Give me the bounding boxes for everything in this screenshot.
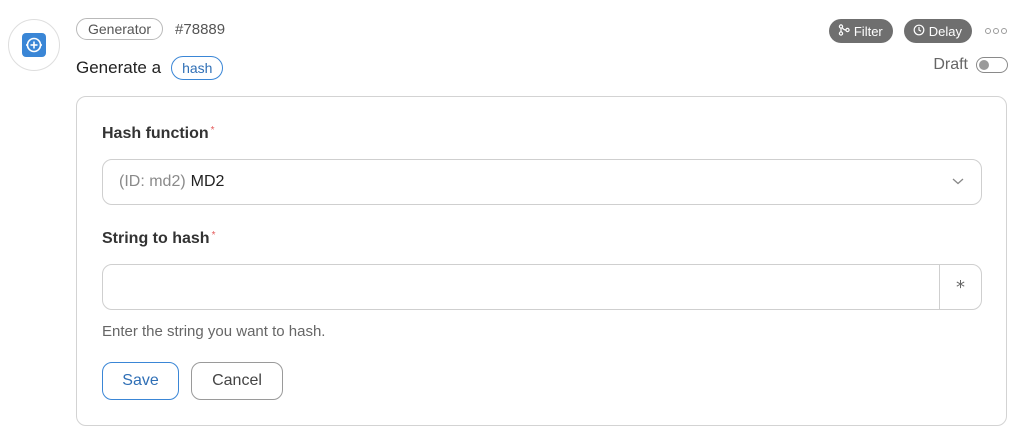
asterisk-icon: * [956,276,965,298]
filter-button[interactable]: Filter [828,19,893,43]
toggle-knob [979,60,989,70]
select-value: MD2 [190,173,225,190]
more-dots-icon[interactable] [985,28,1007,34]
step-id: #78889 [175,20,226,38]
special-options-button[interactable]: * [939,265,981,309]
chevron-down-icon [951,173,965,191]
app-icon-container [8,19,60,71]
hash-function-label-text: Hash function [102,125,209,142]
string-to-hash-field: * [102,264,982,310]
string-to-hash-input[interactable] [103,265,939,309]
filter-label: Filter [853,23,883,39]
app-name-pill[interactable]: Generator [76,18,164,40]
required-mark: * [211,230,216,241]
step-title: Generate a hash [76,56,224,80]
step-header: Generator #78889 [76,18,225,40]
hash-function-select[interactable]: (ID: md2) MD2 [102,159,982,205]
string-to-hash-label: String to hash * [102,230,215,248]
draft-control: Draft [933,56,1008,74]
string-to-hash-help: Enter the string you want to hash. [102,323,326,340]
branch-filter-icon [838,23,850,39]
action-pill[interactable]: hash [171,56,224,80]
string-to-hash-label-text: String to hash [102,230,210,247]
config-card: Hash function * (ID: md2) MD2 String to h… [76,96,1007,426]
delay-button[interactable]: Delay [903,19,972,43]
cancel-button[interactable]: Cancel [191,362,283,400]
required-mark: * [210,125,215,136]
title-prefix: Generate a [76,58,162,77]
step-controls: Filter Delay [828,19,1007,43]
select-id-prefix: (ID: md2) [119,173,186,190]
delay-label: Delay [928,23,962,39]
hash-function-label: Hash function * [102,125,215,143]
generator-icon [22,33,46,57]
clock-icon [913,24,925,39]
draft-label: Draft [933,56,968,73]
save-button[interactable]: Save [102,362,179,400]
draft-toggle[interactable] [976,57,1008,73]
